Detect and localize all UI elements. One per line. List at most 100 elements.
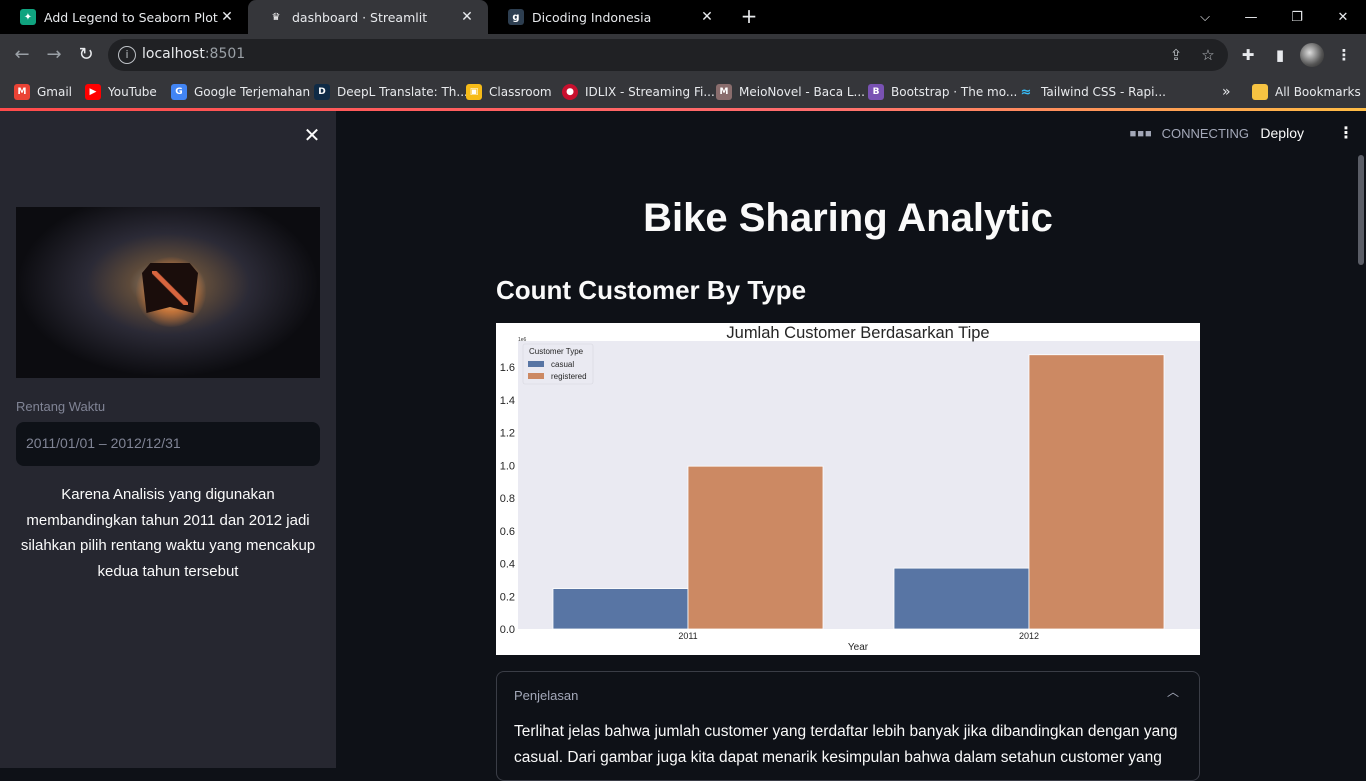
side-panel-icon[interactable]: ▮ [1269,44,1291,66]
explanation-expander[interactable]: Penjelasan ︿ Terlihat jelas bahwa jumlah… [496,671,1200,781]
sidebar: ✕ Rentang Waktu 2011/01/01 – 2012/12/31 … [0,111,336,768]
bookmark-google-translate[interactable]: G Google Terjemahan [171,82,310,102]
x-tick-label: 2012 [1019,631,1039,641]
date-range-label: Rentang Waktu [16,399,106,414]
chart-svg: Jumlah Customer Berdasarkan Tipe 1e6 0.0… [500,324,1200,653]
close-icon[interactable]: ✕ [698,8,716,26]
bar-casual-2011 [552,588,689,630]
close-sidebar-icon[interactable]: ✕ [302,125,322,145]
main-content: ■■■ CONNECTING Deploy ⋮ Bike Sharing Ana… [336,111,1366,781]
dota-logo-image [16,207,320,378]
x-tick-label: 2011 [678,631,697,641]
more-bookmarks-chevron-icon[interactable]: » [1222,82,1231,102]
tab-chatgpt[interactable]: ✦ Add Legend to Seaborn Plot ✕ [0,0,248,34]
reload-button[interactable]: ↻ [74,43,98,67]
scrollbar[interactable] [1358,155,1364,265]
profile-avatar[interactable] [1300,43,1324,67]
legend-label-registered: registered [551,372,587,381]
dicoding-icon: g [508,9,524,25]
bar-chart: Jumlah Customer Berdasarkan Tipe 1e6 0.0… [496,323,1200,655]
bookmark-youtube[interactable]: ▶ YouTube [85,82,157,102]
main-menu-icon[interactable]: ⋮ [1338,123,1354,143]
bookmark-deepl[interactable]: D DeepL Translate: Th... [314,82,468,102]
y-tick-label: 0.6 [500,526,515,538]
page-title: Bike Sharing Analytic [643,196,1053,240]
tab-dicoding[interactable]: g Dicoding Indonesia ✕ [488,0,728,34]
tailwind-icon: ≈ [1020,84,1032,100]
bookmark-classroom[interactable]: ▣ Classroom [466,82,552,102]
y-tick-label: 0.0 [500,624,515,636]
dota-emblem [142,263,198,313]
close-icon[interactable]: ✕ [218,8,236,26]
legend-swatch-casual [528,361,544,367]
deepl-icon: D [314,84,330,100]
x-ticks: 2011 2012 [678,631,1039,641]
tab-title: dashboard · Streamlit [292,9,428,25]
bookmark-tailwind[interactable]: ≈ Tailwind CSS - Rapi... [1018,82,1166,102]
all-bookmarks-button[interactable]: All Bookmarks [1252,82,1361,102]
new-tab-button[interactable]: + [737,5,761,29]
bar-registered-2012 [1028,354,1165,630]
url-text: localhost:8501 [142,46,246,62]
bookmark-star-icon[interactable]: ☆ [1198,45,1218,65]
date-range-input[interactable]: 2011/01/01 – 2012/12/31 [16,422,320,466]
tab-title: Dicoding Indonesia [532,9,652,25]
legend-label-casual: casual [551,360,574,369]
close-window-button[interactable]: ✕ [1320,0,1366,34]
streamlit-icon: ♛ [271,11,281,23]
chart-title: Jumlah Customer Berdasarkan Tipe [726,324,989,342]
tab-title: Add Legend to Seaborn Plot [44,9,218,25]
y-tick-label: 0.8 [500,493,515,505]
chart-legend: Customer Type casual registered [522,343,594,385]
chatgpt-icon: ✦ [20,9,36,25]
deploy-button[interactable]: Deploy [1260,125,1304,141]
connection-status: ■■■ CONNECTING [1129,126,1249,141]
address-bar[interactable]: i localhost:8501 ⇪ ☆ [108,39,1228,71]
section-title: Count Customer By Type [496,275,807,305]
close-icon[interactable]: ✕ [458,8,476,26]
forward-button[interactable]: → [42,43,66,67]
bookmark-bootstrap[interactable]: B Bootstrap · The mo... [868,82,1017,102]
site-info-icon[interactable]: i [118,46,136,64]
share-icon[interactable]: ⇪ [1166,45,1186,65]
bar-casual-2012 [893,567,1030,630]
expander-body: Terlihat jelas bahwa jumlah customer yan… [514,723,1178,766]
y-tick-label: 1.6 [500,362,515,374]
idlix-icon: ● [562,84,578,100]
back-button[interactable]: ← [10,43,34,67]
legend-title: Customer Type [529,347,584,356]
tab-streamlit[interactable]: ♛ dashboard · Streamlit ✕ [248,0,488,34]
google-translate-icon: G [171,84,187,100]
restore-button[interactable]: ❐ [1274,0,1320,34]
bar-registered-2011 [687,465,824,630]
bookmark-meionovel[interactable]: M MeioNovel - Baca L... [716,82,865,102]
y-tick-label: 0.4 [500,559,515,571]
y-tick-label: 1.0 [500,460,515,472]
y-tick-label: 1.2 [500,428,515,440]
chevron-up-icon[interactable]: ︿ [1165,684,1181,700]
classroom-icon: ▣ [466,84,482,100]
legend-swatch-registered [528,373,544,379]
meionovel-icon: M [716,84,732,100]
browser-toolbar: ← → ↻ i localhost:8501 ⇪ ☆ ✚ ▮ ⋮ [0,34,1366,76]
loading-dots-icon: ■■■ [1129,127,1153,140]
sidebar-note: Karena Analisis yang digunakan membandin… [20,486,316,580]
bookmarks-bar: M Gmail ▶ YouTube G Google Terjemahan D Deep… [0,76,1366,108]
minimize-button[interactable]: — [1228,0,1274,34]
expander-label[interactable]: Penjelasan [514,688,578,703]
gmail-icon: M [14,84,30,100]
y-ticks: 0.0 0.2 0.4 0.6 0.8 1.0 1.2 1.4 1.6 [500,362,515,636]
browser-tab-strip: ✦ Add Legend to Seaborn Plot ✕ ♛ dashboa… [0,0,1366,34]
extensions-icon[interactable]: ✚ [1237,44,1259,66]
browser-menu-icon[interactable]: ⋮ [1333,44,1355,66]
bootstrap-icon: B [868,84,884,100]
bookmark-gmail[interactable]: M Gmail [14,82,72,102]
bookmark-idlix[interactable]: ● IDLIX - Streaming Fi... [562,82,715,102]
y-scale-label: 1e6 [518,337,527,343]
youtube-icon: ▶ [85,84,101,100]
y-tick-label: 1.4 [500,395,515,407]
tab-search-chevron-icon[interactable]: ⌵ [1182,0,1228,34]
x-axis-label: Year [848,642,869,653]
y-tick-label: 0.2 [500,591,515,603]
folder-icon [1252,84,1268,100]
